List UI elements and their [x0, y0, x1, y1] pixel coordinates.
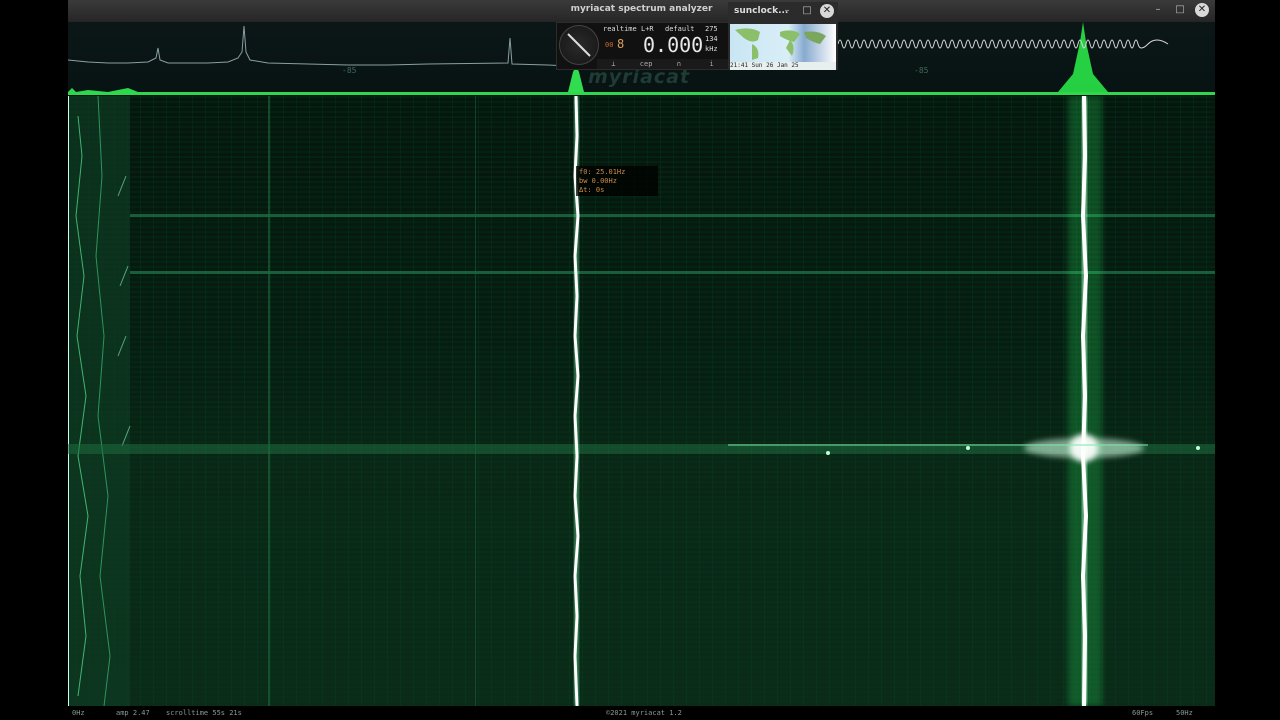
db-label-left: -85	[342, 66, 357, 75]
widget-top-value: 275	[705, 25, 718, 33]
readout-dt: Δt: 0s	[579, 186, 605, 194]
widget-toolbar: ⊥ cep ∩ i	[597, 59, 728, 69]
sunclock-minimize-button[interactable]: –	[780, 4, 794, 18]
minimize-button[interactable]: –	[1151, 3, 1165, 17]
gauge-dial[interactable]	[559, 25, 599, 65]
status-copyright: ©2021 myriacat 1.2	[606, 709, 682, 717]
freq-small: 134	[705, 35, 718, 43]
window-controls: – □ ✕	[1151, 3, 1209, 17]
db-label-right: -85	[914, 66, 929, 75]
widget-btn-3[interactable]: ∩	[663, 59, 696, 69]
status-bar: 0Hz amp 2.47 scrolltime 55s 21s ©2021 my…	[68, 706, 1215, 720]
sunclock-time: 21:41 Sun 26 Jan 25	[730, 62, 836, 70]
sunclock-maximize-button[interactable]: □	[800, 4, 814, 18]
channels-label[interactable]: L+R	[641, 25, 654, 33]
sunclock-controls: – □ ✕	[780, 4, 834, 18]
window-title: myriacat spectrum analyzer	[570, 4, 713, 14]
maximize-button[interactable]: □	[1173, 3, 1187, 17]
status-left-freq: 0Hz	[72, 709, 85, 717]
sunclock-window[interactable]: sunclock... – □ ✕ 21:41 Sun 26 Jan 25	[728, 2, 838, 70]
preset-label[interactable]: default	[665, 25, 695, 33]
spectrogram-waterfall[interactable]: f0: 25.01Hz bw 0.00Hz Δt: 0s	[68, 96, 1215, 706]
widget-btn-1[interactable]: ⊥	[597, 59, 630, 69]
widget-small-left: 00	[605, 41, 614, 49]
freq-unit: kHz	[705, 45, 718, 53]
status-scrolltime: scrolltime 55s 21s	[166, 709, 242, 717]
readout-bw: bw 0.00Hz	[579, 177, 617, 185]
widget-digit: 8	[617, 37, 625, 51]
readout-f0: f0: 25.01Hz	[579, 168, 626, 176]
close-button[interactable]: ✕	[1195, 3, 1209, 17]
status-fps: 60Fps	[1132, 709, 1154, 717]
world-map[interactable]	[730, 24, 836, 62]
realtime-widget[interactable]: realtime L+R default 275 00 8 0.000 134 …	[556, 22, 729, 70]
status-right-freq: 50Hz	[1176, 709, 1193, 717]
widget-btn-cep[interactable]: cep	[630, 59, 663, 69]
cursor-readout: f0: 25.01Hz bw 0.00Hz Δt: 0s	[576, 166, 658, 196]
status-amp: amp 2.47	[116, 709, 150, 717]
analyzer-window: myriacat spectrum analyzer – □ ✕ -85 -85…	[68, 0, 1215, 720]
mode-label[interactable]: realtime	[603, 25, 637, 33]
frequency-display: 0.000	[643, 33, 704, 57]
widget-info-button[interactable]: i	[695, 59, 728, 69]
sunclock-close-button[interactable]: ✕	[820, 4, 834, 18]
window-titlebar[interactable]: myriacat spectrum analyzer – □ ✕	[68, 0, 1215, 22]
